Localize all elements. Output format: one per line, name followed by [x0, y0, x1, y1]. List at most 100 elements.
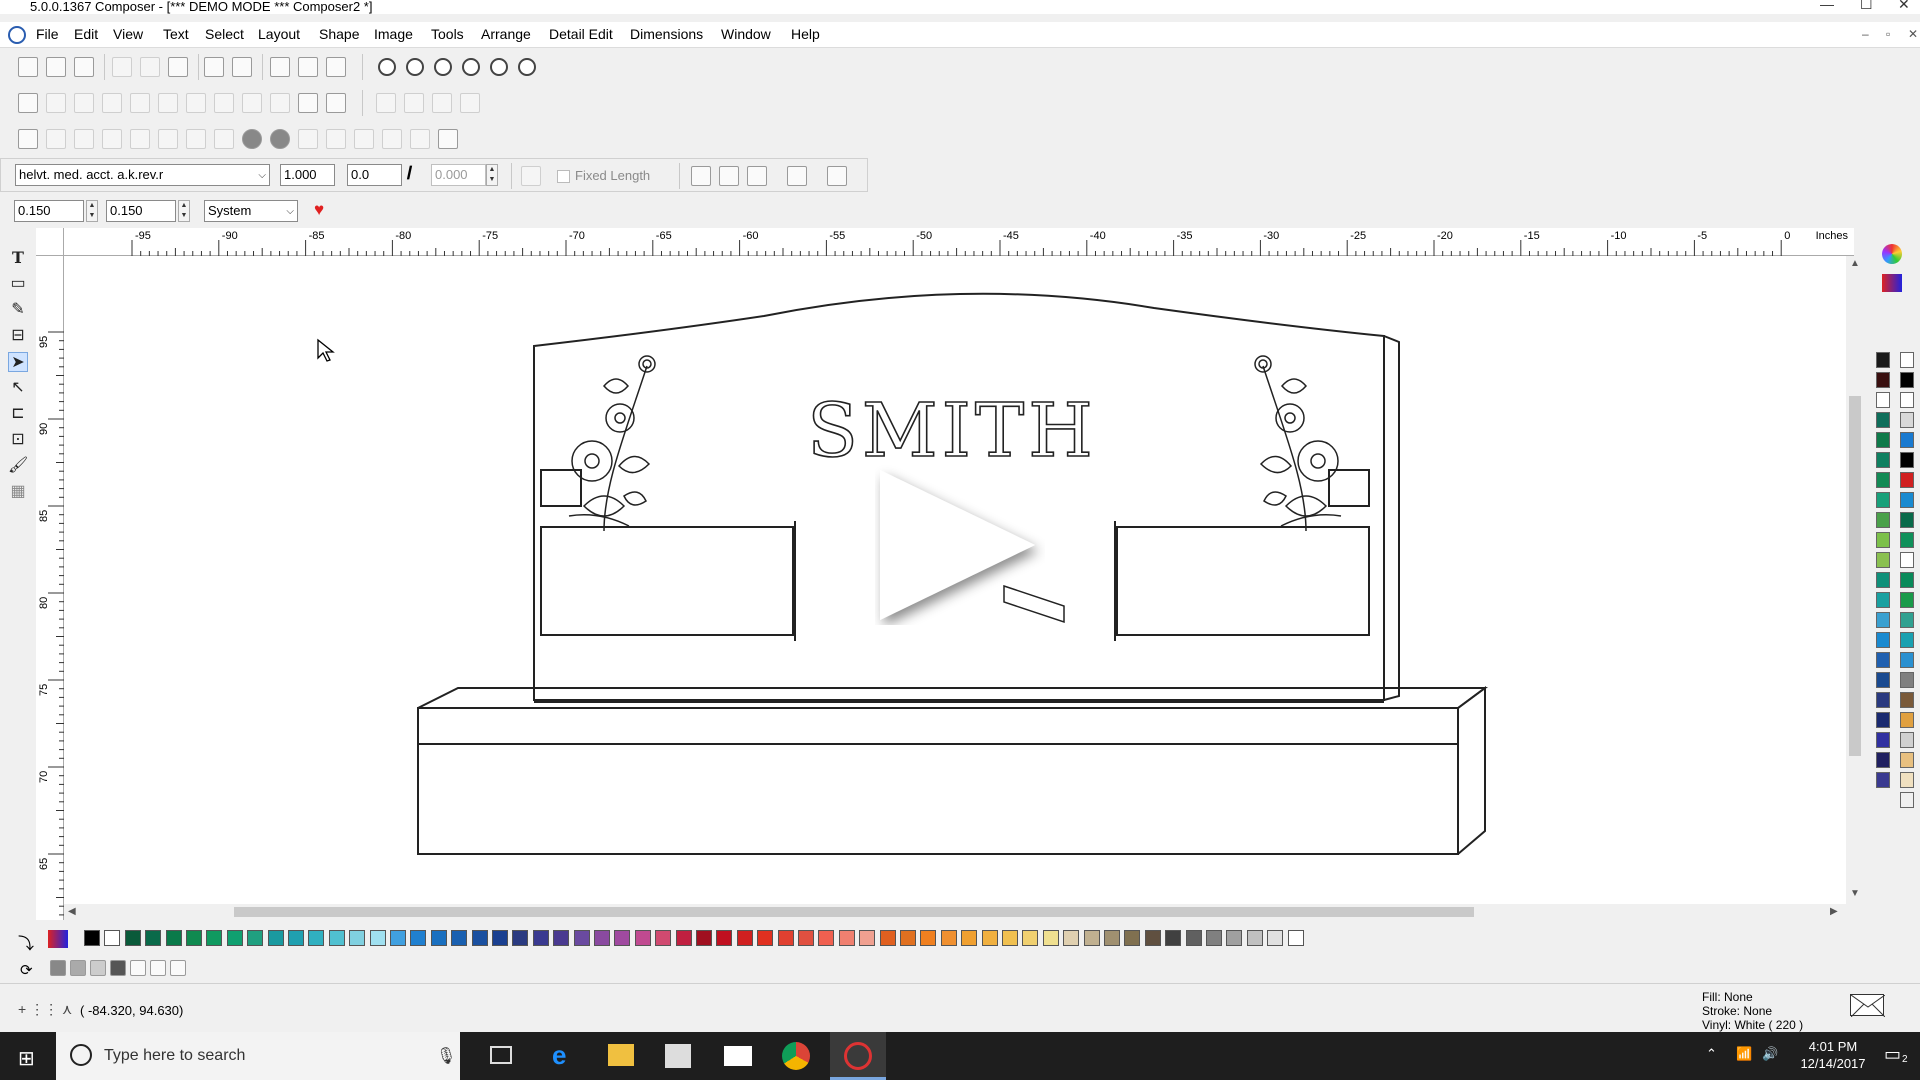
color-swatch[interactable] — [451, 930, 468, 946]
width-spinner[interactable]: ▲ ▼ — [86, 200, 98, 222]
mail-icon[interactable] — [724, 1046, 752, 1066]
length-input[interactable]: 0.000 — [431, 164, 486, 186]
color-swatch[interactable] — [104, 930, 121, 946]
color-swatch[interactable] — [553, 930, 570, 946]
palette-picker-icon[interactable] — [48, 930, 68, 948]
rectangle-tool-icon[interactable]: ▭ — [8, 274, 28, 294]
minimize-button[interactable]: — — [1820, 0, 1834, 11]
frame-tool-icon[interactable]: ⊟ — [8, 326, 28, 346]
fill-style-4-icon[interactable] — [110, 960, 126, 976]
vertical-scroll-thumb[interactable] — [1849, 396, 1861, 756]
fill-style-7-icon[interactable] — [170, 960, 186, 976]
color-swatch[interactable] — [1876, 372, 1890, 388]
color-swatch[interactable] — [961, 930, 978, 946]
node-tool-icon[interactable]: ↖ — [8, 378, 28, 398]
order-icon[interactable] — [214, 129, 234, 149]
color-swatch[interactable] — [1900, 432, 1914, 448]
height-input[interactable]: 0.150 — [106, 200, 176, 222]
color-swatch[interactable] — [186, 930, 202, 946]
color-swatch[interactable] — [1900, 612, 1914, 628]
front-icon[interactable] — [158, 129, 178, 149]
color-swatch[interactable] — [1900, 792, 1914, 808]
color-swatch[interactable] — [1226, 930, 1243, 946]
menu-image[interactable]: Image — [374, 26, 413, 42]
scroll-down-icon[interactable]: ▼ — [1850, 888, 1860, 899]
weld-icon[interactable] — [46, 93, 66, 113]
align-center-icon[interactable] — [719, 166, 739, 186]
color-swatch[interactable] — [267, 930, 284, 946]
mdi-restore-button[interactable]: ▫ — [1886, 27, 1890, 41]
horizontal-ruler[interactable]: -95 -90 -85 -80 -75 -70 -65 -60 -55 -50 -45 -40 -35-… — [64, 228, 1854, 256]
color-swatch[interactable] — [1002, 930, 1018, 946]
scroll-left-icon[interactable]: ◀ — [68, 906, 76, 917]
zoom-fit-icon[interactable] — [406, 58, 424, 76]
align-bottom-icon[interactable] — [242, 93, 262, 113]
color-swatch[interactable] — [1900, 352, 1914, 368]
vertical-scrollbar[interactable]: ▲ ▼ — [1846, 256, 1864, 904]
color-swatch[interactable] — [757, 930, 774, 946]
menu-select[interactable]: Select — [205, 26, 244, 42]
task-view-icon[interactable] — [490, 1046, 512, 1064]
color-swatch[interactable] — [1876, 352, 1890, 368]
shape-icon[interactable] — [102, 93, 122, 113]
color-swatch[interactable] — [1104, 930, 1120, 946]
color-swatch[interactable] — [1900, 492, 1914, 508]
color-swatch[interactable] — [716, 930, 733, 946]
combine-icon[interactable] — [102, 129, 122, 149]
menu-view[interactable]: View — [113, 26, 143, 42]
zoom-all-icon[interactable] — [518, 58, 536, 76]
eyedropper-icon[interactable]: ⤵ — [18, 930, 34, 954]
color-swatch[interactable] — [1022, 930, 1039, 946]
ungroup-icon[interactable] — [74, 129, 94, 149]
color-swatch[interactable] — [226, 930, 243, 946]
color-swatch[interactable] — [1124, 930, 1141, 946]
color-swatch[interactable] — [594, 930, 610, 946]
chrome-icon[interactable] — [782, 1042, 810, 1070]
flip-icon[interactable] — [326, 129, 346, 149]
color-swatch[interactable] — [1900, 512, 1914, 528]
microphone-icon[interactable]: 🎙 — [436, 1046, 456, 1066]
vertical-ruler[interactable]: 95 90 85 80 75 70 65 — [36, 256, 64, 920]
color-swatch[interactable] — [798, 930, 814, 946]
mdi-close-button[interactable]: ✕ — [1908, 27, 1918, 41]
color-swatch[interactable] — [1876, 732, 1890, 748]
thin-line-icon[interactable] — [404, 93, 424, 113]
file-explorer-icon[interactable] — [608, 1044, 634, 1066]
color-swatch[interactable] — [1876, 432, 1890, 448]
color-swatch[interactable] — [1246, 930, 1263, 946]
refresh-icon[interactable]: ⟳ — [20, 961, 33, 979]
color-swatch[interactable] — [1900, 752, 1914, 768]
color-swatch[interactable] — [1876, 492, 1890, 508]
color-swatch[interactable] — [1267, 930, 1284, 946]
color-swatch[interactable] — [1876, 392, 1890, 408]
color-swatch[interactable] — [1876, 592, 1890, 608]
color-swatch[interactable] — [1900, 392, 1914, 408]
align-right-icon[interactable] — [747, 166, 767, 186]
color-swatch[interactable] — [818, 930, 835, 946]
color-swatch[interactable] — [369, 930, 386, 946]
text-angle-input[interactable]: 0.0 — [347, 164, 402, 186]
node-edit-icon[interactable] — [18, 93, 38, 113]
color-swatch[interactable] — [124, 930, 141, 946]
fill-style-6-icon[interactable] — [150, 960, 166, 976]
height-spinner[interactable]: ▲ ▼ — [178, 200, 190, 222]
color-swatch[interactable] — [1900, 712, 1914, 728]
mirror-icon[interactable] — [298, 129, 318, 149]
measure-tool-icon[interactable]: ⊏ — [8, 404, 28, 424]
color-swatch[interactable] — [1900, 652, 1914, 668]
font-select[interactable]: helvt. med. acct. a.k.rev.r ⌵ — [15, 164, 270, 186]
color-swatch[interactable] — [430, 930, 447, 946]
color-swatch[interactable] — [920, 930, 937, 946]
color-swatch[interactable] — [981, 930, 998, 946]
scroll-right-icon[interactable]: ▶ — [1830, 906, 1838, 917]
back-icon[interactable] — [186, 129, 206, 149]
color-swatch[interactable] — [1876, 652, 1890, 668]
color-swatch[interactable] — [410, 930, 427, 946]
color-swatch[interactable] — [471, 930, 488, 946]
break-icon[interactable] — [130, 129, 150, 149]
color-swatch[interactable] — [390, 930, 406, 946]
group-icon[interactable] — [46, 129, 66, 149]
clock[interactable]: 4:01 PM 12/14/2017 — [1798, 1038, 1868, 1072]
color-swatch[interactable] — [1876, 552, 1890, 568]
context-help-icon[interactable] — [326, 57, 346, 77]
